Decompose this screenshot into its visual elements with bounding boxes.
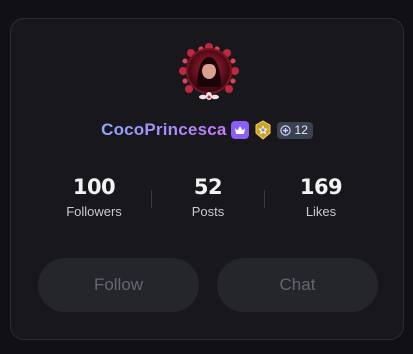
profile-card: CocoPrincesca 12 100 Followers 52 Posts … [10,18,404,340]
avatar[interactable] [177,41,241,105]
follow-button[interactable]: Follow [38,258,199,312]
plus-circle-icon [279,124,291,136]
username-row: CocoPrincesca 12 [11,119,403,141]
chat-button[interactable]: Chat [217,258,378,312]
followers-count: 100 [72,175,116,199]
posts-count: 52 [193,175,223,199]
level-badge[interactable]: 12 [276,121,313,139]
stat-divider [264,190,265,208]
followers-label: Followers [66,204,122,219]
username[interactable]: CocoPrincesca [101,120,226,140]
likes-label: Likes [305,204,337,219]
level-value: 12 [294,123,308,137]
stat-followers[interactable]: 100 Followers [44,174,144,219]
stat-posts[interactable]: 52 Posts [158,174,258,219]
posts-label: Posts [191,204,225,219]
stat-likes[interactable]: 169 Likes [271,174,371,219]
medal-icon[interactable] [253,120,273,140]
stats-row: 100 Followers 52 Posts 169 Likes [11,174,403,224]
stat-divider [151,190,152,208]
crown-icon[interactable] [230,121,249,139]
likes-count: 169 [299,175,343,199]
